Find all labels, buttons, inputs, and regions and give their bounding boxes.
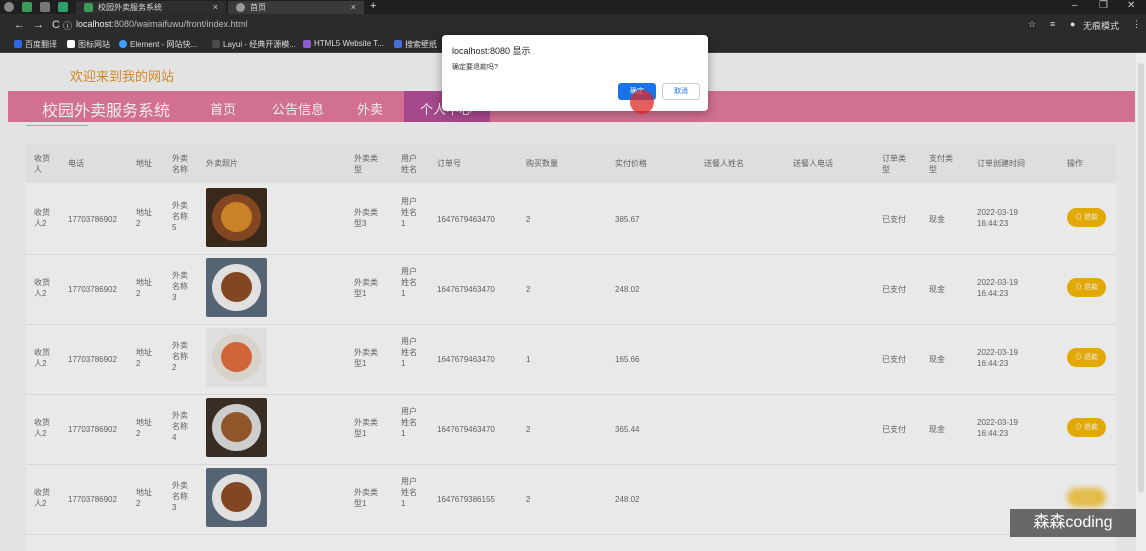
tab-title: 首页	[250, 3, 266, 12]
bookmark[interactable]: 搜索壁纸	[394, 39, 437, 50]
url-host: localhost	[76, 19, 112, 29]
close-icon[interactable]: ×	[351, 1, 356, 14]
click-indicator	[630, 90, 654, 114]
minimize-button[interactable]: –	[1072, 0, 1078, 12]
bookmark[interactable]: Element - 网站快...	[119, 39, 197, 50]
pinned-tab-icon[interactable]	[40, 2, 50, 12]
pinned-tab-icon[interactable]	[4, 2, 14, 12]
modal-backdrop	[0, 53, 1146, 551]
tab-home[interactable]: 首页 ×	[228, 1, 364, 14]
new-tab-button[interactable]: +	[370, 0, 376, 13]
forward-icon[interactable]: →	[33, 18, 44, 32]
wallpaper-icon	[394, 40, 402, 48]
url-field[interactable]: localhost:8080/waimaifuwu/front/index.ht…	[76, 19, 248, 29]
element-icon	[119, 40, 127, 48]
back-icon[interactable]: ←	[14, 18, 25, 32]
page-scrollbar[interactable]	[1136, 53, 1146, 551]
dialog-title: localhost:8080 显示	[452, 46, 531, 56]
pinned-tab-icon[interactable]	[58, 2, 68, 12]
bookmark[interactable]: HTML5 Website T...	[303, 39, 384, 48]
browser-tab-bar: 校园外卖服务系统 × 首页 × + – ❐ ✕	[0, 0, 1146, 14]
pinned-tab-icon[interactable]	[22, 2, 32, 12]
maximize-button[interactable]: ❐	[1099, 0, 1108, 12]
bookmark[interactable]: 百度翻译	[14, 39, 57, 50]
address-bar: ← → C ⓘ localhost:8080/waimaifuwu/front/…	[0, 14, 1146, 36]
dialog-message: 确定要退款吗?	[452, 64, 498, 71]
incognito-icon[interactable]: ●	[1070, 19, 1075, 29]
dialog-cancel-button[interactable]: 取消	[662, 83, 700, 100]
layui-icon	[212, 40, 220, 48]
menu-icon[interactable]: ⋮	[1132, 19, 1141, 30]
tab-title: 校园外卖服务系统	[98, 3, 162, 12]
vue-icon	[84, 3, 93, 12]
tab-campus-takeout[interactable]: 校园外卖服务系统 ×	[76, 1, 226, 14]
url-path: :8080/waimaifuwu/front/index.html	[111, 19, 248, 29]
close-window-button[interactable]: ✕	[1127, 0, 1135, 12]
bookmark[interactable]: 图标网站	[67, 39, 110, 50]
scrollbar-thumb[interactable]	[1138, 63, 1144, 493]
flag-icon	[67, 40, 75, 48]
reading-list-icon[interactable]: ≡	[1050, 19, 1055, 29]
watermark: 森森coding	[1010, 509, 1136, 537]
close-icon[interactable]: ×	[213, 1, 218, 14]
profile-label[interactable]: 无痕模式	[1083, 19, 1119, 32]
star-icon[interactable]: ☆	[1028, 19, 1036, 30]
reload-icon[interactable]: C	[52, 18, 60, 32]
confirm-dialog: localhost:8080 显示 确定要退款吗? 确定 取消	[442, 35, 708, 111]
bookmark-icon	[14, 40, 22, 48]
info-icon[interactable]: ⓘ	[63, 19, 72, 33]
globe-icon	[236, 3, 245, 12]
html5-icon	[303, 40, 311, 48]
bookmark[interactable]: Layui - 经典开源模...	[212, 39, 296, 50]
